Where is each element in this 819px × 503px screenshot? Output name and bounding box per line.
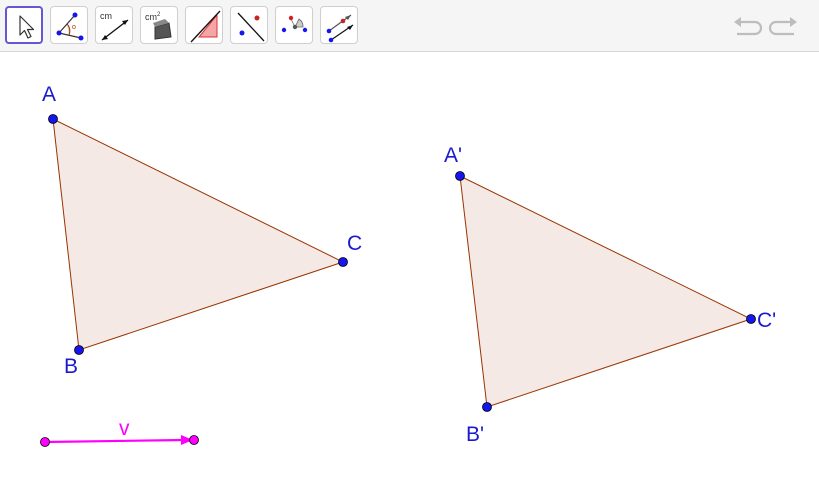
reflect-line-tool-button[interactable] bbox=[230, 6, 268, 44]
label-a: A bbox=[42, 83, 57, 106]
redo-button[interactable] bbox=[768, 14, 800, 40]
slope-tool-button[interactable] bbox=[185, 6, 223, 44]
redo-icon bbox=[768, 17, 797, 36]
point-b[interactable] bbox=[74, 345, 84, 355]
vector-v[interactable] bbox=[44, 438, 184, 444]
svg-text:o: o bbox=[72, 24, 76, 31]
point-a[interactable] bbox=[48, 114, 58, 124]
point-c[interactable] bbox=[338, 257, 348, 267]
point-c-prime[interactable] bbox=[746, 314, 756, 324]
label-c-prime: C' bbox=[757, 309, 777, 332]
slope-icon bbox=[190, 10, 221, 43]
distance-icon bbox=[101, 19, 129, 41]
area-icon bbox=[153, 19, 172, 40]
triangle-abc[interactable] bbox=[52, 118, 345, 351]
angle-tool-button[interactable]: o bbox=[50, 6, 88, 44]
angle-icon: o bbox=[56, 12, 84, 41]
triangle-a-prime-b-prime-c-prime[interactable] bbox=[459, 175, 753, 408]
label-a-prime: A' bbox=[444, 144, 463, 167]
distance-tool-button[interactable]: cm bbox=[95, 6, 133, 44]
point-b-prime[interactable] bbox=[482, 402, 492, 412]
undo-icon bbox=[734, 17, 763, 36]
rotate-point-icon bbox=[281, 15, 308, 33]
toolbar: o cm cm2 bbox=[0, 0, 819, 52]
graphics-view[interactable]: A B C A' B' C' v bbox=[0, 52, 819, 503]
move-tool-button[interactable] bbox=[5, 6, 43, 44]
point-a-prime[interactable] bbox=[455, 171, 465, 181]
label-b-prime: B' bbox=[466, 423, 485, 446]
undo-button[interactable] bbox=[731, 14, 763, 40]
translate-vector-tool-button[interactable] bbox=[320, 6, 358, 44]
vector-start-point[interactable] bbox=[40, 437, 50, 447]
area-tool-button[interactable]: cm2 bbox=[140, 6, 178, 44]
vector-end-point[interactable] bbox=[189, 435, 199, 445]
reflect-line-icon bbox=[237, 12, 265, 42]
label-b: B bbox=[64, 355, 79, 378]
pointer-arrow-icon bbox=[19, 15, 35, 39]
rotate-point-tool-button[interactable] bbox=[275, 6, 313, 44]
translate-vector-icon bbox=[326, 14, 354, 43]
label-vector-v: v bbox=[119, 417, 130, 440]
label-c: C bbox=[347, 232, 363, 255]
